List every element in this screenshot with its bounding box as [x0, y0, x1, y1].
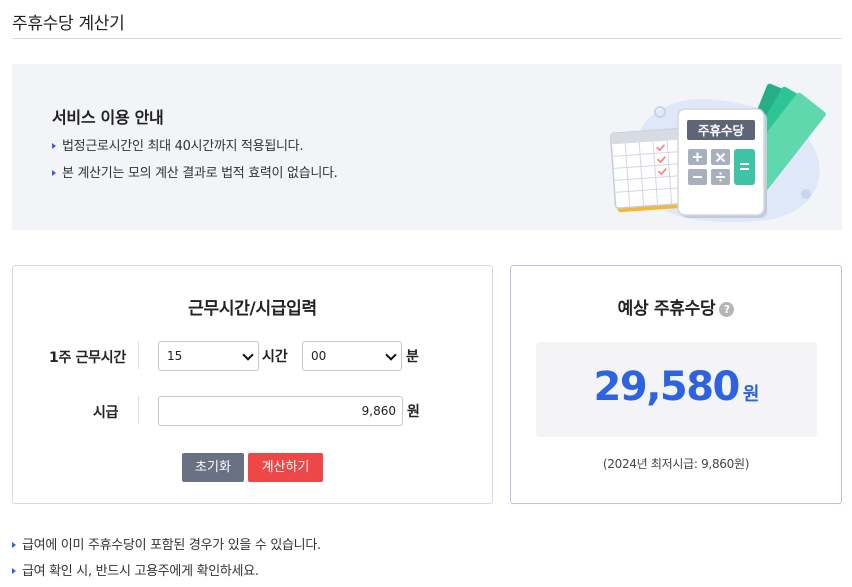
- label-separator: [138, 341, 139, 369]
- hours-select[interactable]: 15: [158, 341, 259, 371]
- guide-item: 본 계산기는 모의 계산 결과로 법적 효력이 없습니다.: [52, 165, 338, 192]
- hourly-wage-input[interactable]: 9,860: [158, 396, 403, 426]
- bullet-icon: [52, 170, 56, 176]
- notes-list: 급여에 이미 주휴수당이 포함된 경우가 있을 수 있습니다. 급여 확인 시,…: [12, 537, 321, 587]
- min-wage-note: (2024년 최저시급: 9,860원): [602, 457, 750, 471]
- label-separator: [138, 396, 139, 424]
- hourly-wage-label: 시급: [93, 405, 119, 421]
- note-text: 급여 확인 시, 반드시 고용주에게 확인하세요.: [22, 564, 259, 579]
- minutes-unit: 분: [406, 349, 419, 365]
- calendar-icon: [609, 128, 686, 213]
- page-title: 주휴수당 계산기: [12, 14, 125, 34]
- hours-select-value: 15: [167, 349, 183, 363]
- result-card: 예상 주휴수당? 29,580 원 (2024년 최저시급: 9,860원): [510, 265, 842, 504]
- result-card-title: 예상 주휴수당?: [511, 294, 841, 319]
- guide-item: 법정근로시간인 최대 40시간까지 적용됩니다.: [52, 138, 338, 165]
- note-text: 급여에 이미 주휴수당이 포함된 경우가 있을 수 있습니다.: [22, 538, 321, 553]
- decor-dot: [801, 189, 811, 199]
- service-guide-panel: 서비스 이용 안내 법정근로시간인 최대 40시간까지 적용됩니다. 본 계산기…: [12, 64, 842, 230]
- chevron-down-icon: [242, 349, 254, 361]
- wage-unit: 원: [407, 404, 420, 420]
- result-amount: 29,580 원: [536, 364, 817, 410]
- bullet-icon: [12, 568, 16, 574]
- input-card: 근무시간/시급입력 1주 근무시간 15 시간 00 분 시급 9,860 원 …: [12, 265, 493, 504]
- guide-item-text: 법정근로시간인 최대 40시간까지 적용됩니다.: [62, 139, 304, 154]
- note-item: 급여 확인 시, 반드시 고용주에게 확인하세요.: [12, 563, 321, 587]
- result-title-text: 예상 주휴수당: [617, 299, 716, 319]
- guide-item-text: 본 계산기는 모의 계산 결과로 법적 효력이 없습니다.: [62, 166, 338, 181]
- minutes-select[interactable]: 00: [302, 341, 402, 371]
- bullet-icon: [12, 542, 16, 548]
- result-amount-box: 29,580 원: [536, 342, 817, 437]
- calculator-icon: 주휴수당: [677, 108, 767, 218]
- reset-button[interactable]: 초기화: [182, 453, 244, 482]
- result-unit: 원: [742, 384, 760, 405]
- note-item: 급여에 이미 주휴수당이 포함된 경우가 있을 수 있습니다.: [12, 537, 321, 563]
- guide-illustration: 주휴수당: [609, 83, 826, 223]
- bullet-icon: [52, 143, 56, 149]
- title-divider: [12, 38, 842, 39]
- guide-heading: 서비스 이용 안내: [52, 108, 164, 127]
- minutes-select-value: 00: [311, 349, 327, 363]
- result-value: 29,580: [593, 364, 741, 410]
- help-icon[interactable]: ?: [719, 302, 735, 317]
- weekly-hours-label: 1주 근무시간: [49, 350, 126, 366]
- calculate-button[interactable]: 계산하기: [248, 453, 323, 482]
- input-card-title: 근무시간/시급입력: [188, 299, 317, 319]
- calculator-label: 주휴수당: [698, 123, 745, 138]
- chevron-down-icon: [385, 349, 397, 361]
- hours-unit: 시간: [262, 349, 288, 365]
- guide-list: 법정근로시간인 최대 40시간까지 적용됩니다. 본 계산기는 모의 계산 결과…: [52, 138, 338, 192]
